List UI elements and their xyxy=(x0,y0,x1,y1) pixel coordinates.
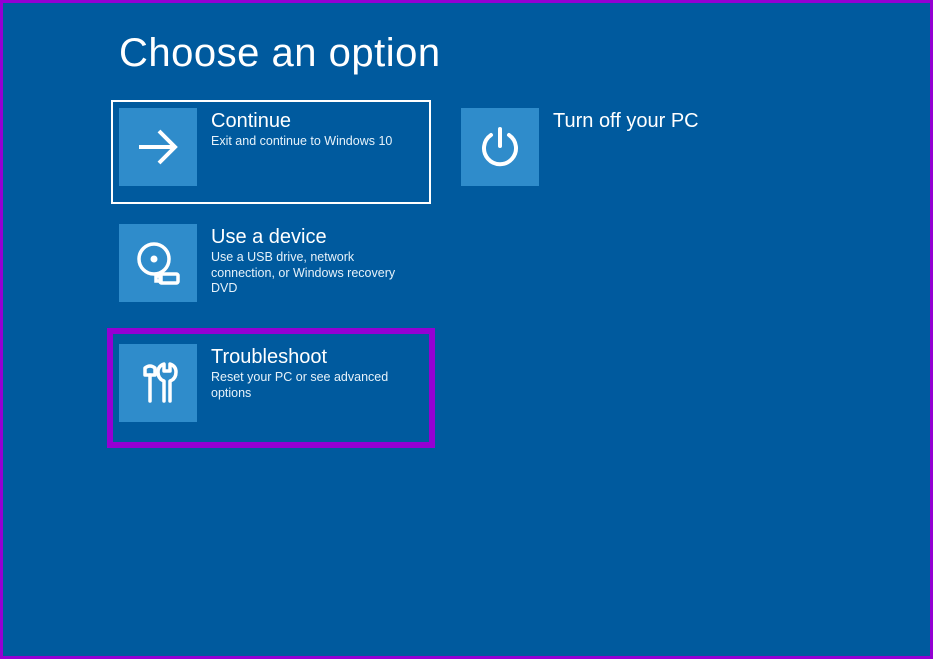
options-row-2: Use a device Use a USB drive, network co… xyxy=(111,216,911,320)
continue-title: Continue xyxy=(211,110,415,132)
turn-off-pc-tile[interactable]: Turn off your PC xyxy=(453,100,773,204)
turn-off-pc-text: Turn off your PC xyxy=(539,108,765,134)
continue-tile[interactable]: Continue Exit and continue to Windows 10 xyxy=(111,100,431,204)
use-a-device-desc: Use a USB drive, network connection, or … xyxy=(211,250,415,297)
continue-desc: Exit and continue to Windows 10 xyxy=(211,134,415,150)
troubleshoot-text: Troubleshoot Reset your PC or see advanc… xyxy=(197,344,423,401)
turn-off-pc-title: Turn off your PC xyxy=(553,110,757,132)
tools-icon xyxy=(119,344,197,422)
disc-usb-icon xyxy=(119,224,197,302)
options-grid: Continue Exit and continue to Windows 10… xyxy=(111,100,911,444)
options-row-3: Troubleshoot Reset your PC or see advanc… xyxy=(111,332,911,444)
troubleshoot-title: Troubleshoot xyxy=(211,346,415,368)
continue-text: Continue Exit and continue to Windows 10 xyxy=(197,108,423,150)
use-a-device-tile[interactable]: Use a device Use a USB drive, network co… xyxy=(111,216,431,320)
troubleshoot-desc: Reset your PC or see advanced options xyxy=(211,370,415,401)
page-title: Choose an option xyxy=(119,31,930,76)
use-a-device-text: Use a device Use a USB drive, network co… xyxy=(197,224,423,297)
troubleshoot-tile[interactable]: Troubleshoot Reset your PC or see advanc… xyxy=(111,332,431,444)
use-a-device-title: Use a device xyxy=(211,226,415,248)
options-row-1: Continue Exit and continue to Windows 10… xyxy=(111,100,911,204)
arrow-right-icon xyxy=(119,108,197,186)
power-icon xyxy=(461,108,539,186)
